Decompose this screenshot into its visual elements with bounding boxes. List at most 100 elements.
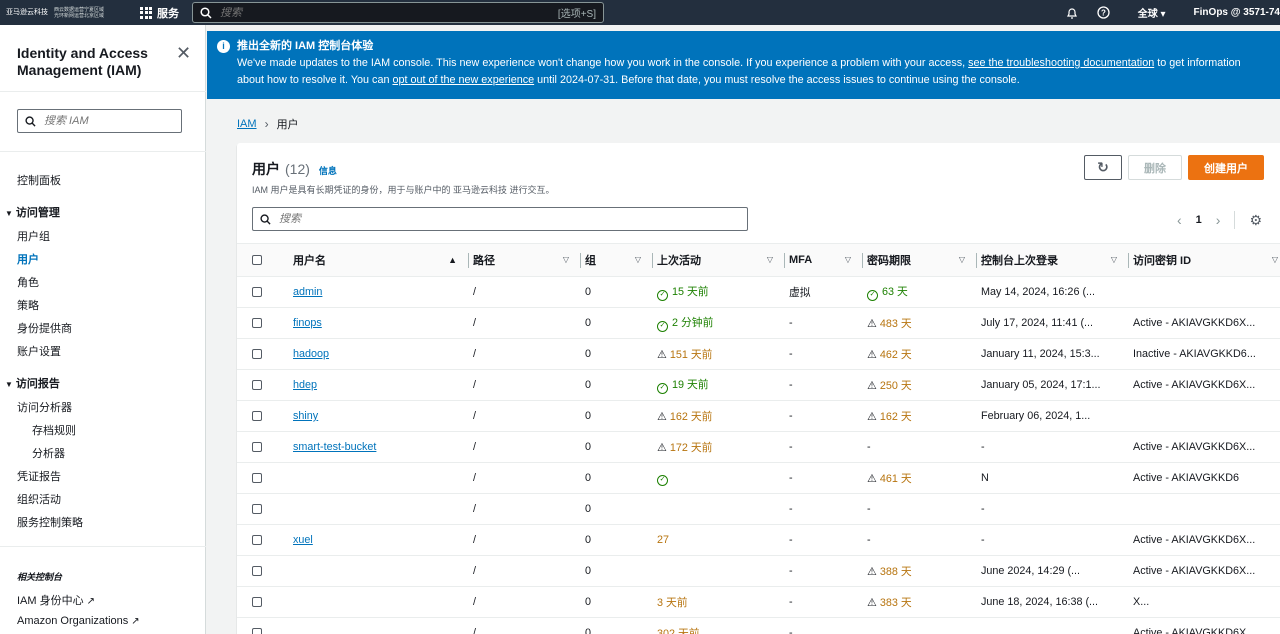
info-link[interactable]: 信息 bbox=[319, 164, 337, 177]
mfa-value: - bbox=[789, 472, 793, 484]
chevron-right-icon[interactable]: › bbox=[1216, 212, 1221, 228]
table-row[interactable]: / 0 ✓ - ⚠ 461 天 N Active - AKIAVGKKD6 bbox=[237, 462, 1280, 494]
username-link[interactable]: smart-test-bucket bbox=[293, 441, 376, 453]
col-mfa[interactable]: MFA ▽ bbox=[785, 243, 863, 277]
help-icon[interactable]: ? bbox=[1088, 6, 1120, 19]
table-row[interactable]: hadoop/0 ⚠ 151 天前 - ⚠ 462 天 January 11, 2024, … bbox=[237, 338, 1280, 370]
sidebar-item-scp[interactable]: 服务控制策略 bbox=[17, 514, 83, 530]
sidebar-item-access-analyzer[interactable]: 访问分析器 bbox=[17, 399, 72, 415]
col-path[interactable]: 路径 ▽ bbox=[469, 243, 581, 277]
gear-icon[interactable]: ⚙ bbox=[1249, 212, 1262, 229]
account-menu[interactable]: FinOps @ 3571-74 bbox=[1194, 7, 1280, 18]
sidebar-item-user-groups[interactable]: 用户组 bbox=[17, 228, 50, 244]
row-checkbox[interactable] bbox=[252, 597, 262, 608]
sidebar-section-access-reports[interactable]: ▼ 访问报告 bbox=[5, 375, 60, 391]
sidebar-item-analyzers[interactable]: 分析器 bbox=[32, 445, 65, 461]
username-link[interactable]: shiny bbox=[293, 410, 318, 422]
row-checkbox[interactable] bbox=[252, 628, 262, 634]
row-checkbox[interactable] bbox=[252, 504, 262, 515]
col-password-age[interactable]: 密码期限 ▽ bbox=[863, 243, 977, 277]
username-link[interactable]: hdep bbox=[293, 379, 317, 391]
col-access-key-id[interactable]: 访问密钥 ID ▽ bbox=[1129, 243, 1280, 277]
password-age-value: 483 天 bbox=[879, 318, 912, 330]
bell-icon[interactable] bbox=[1056, 7, 1088, 19]
breadcrumb-current: 用户 bbox=[276, 119, 299, 131]
row-checkbox[interactable] bbox=[252, 411, 262, 422]
username-link[interactable]: xuel bbox=[293, 534, 313, 546]
row-checkbox[interactable] bbox=[252, 535, 262, 546]
row-checkbox[interactable] bbox=[252, 287, 262, 298]
users-search[interactable] bbox=[252, 207, 748, 231]
username-link[interactable]: finops bbox=[293, 317, 322, 329]
sidebar-item-dashboard[interactable]: 控制面板 bbox=[17, 172, 61, 188]
chevron-left-icon[interactable]: ‹ bbox=[1177, 212, 1182, 228]
close-icon[interactable]: ✕ bbox=[176, 43, 191, 64]
sidebar-link-organizations[interactable]: Amazon Organizations ↗ bbox=[17, 615, 140, 627]
sidebar-item-archive-rules[interactable]: 存档规则 bbox=[32, 422, 76, 438]
row-checkbox[interactable] bbox=[252, 380, 262, 391]
sidebar-item-org-activity[interactable]: 组织活动 bbox=[17, 491, 61, 507]
access-key-value: Active - AKIAVGKKD6X... bbox=[1133, 317, 1256, 329]
sidebar-item-account-settings[interactable]: 账户设置 bbox=[17, 343, 61, 359]
col-groups[interactable]: 组 ▽ bbox=[581, 243, 653, 277]
col-username[interactable]: 用户名 ▲ bbox=[289, 243, 469, 277]
breadcrumb-iam[interactable]: IAM bbox=[237, 118, 257, 130]
password-age-value: 462 天 bbox=[879, 349, 912, 361]
troubleshooting-link[interactable]: see the troubleshooting documentation bbox=[968, 57, 1154, 69]
row-checkbox[interactable] bbox=[252, 566, 262, 577]
table-row[interactable]: xuel / 0 27 - - - Active - AKIAVGKKD6X... bbox=[237, 524, 1280, 556]
row-checkbox[interactable] bbox=[252, 473, 262, 484]
sort-icon: ▽ bbox=[634, 255, 641, 264]
last-activity-value: 3 天前 bbox=[657, 597, 688, 609]
sidebar-item-policies[interactable]: 策略 bbox=[17, 297, 39, 313]
table-row[interactable]: / 0 302 天前 - Active - AKIAVGKKD6X... bbox=[237, 617, 1280, 634]
row-checkbox[interactable] bbox=[252, 442, 262, 453]
aws-logo[interactable]: 亚马逊云科技 西云数据运营宁夏区域 光环新网运营北京区域 bbox=[0, 0, 130, 25]
sidebar-search-input[interactable] bbox=[44, 115, 164, 127]
services-menu[interactable]: 服务 bbox=[140, 5, 179, 21]
console-login-value: - bbox=[981, 503, 985, 515]
sidebar-link-identity-center[interactable]: IAM 身份中心 ↗ bbox=[17, 592, 95, 608]
username-link[interactable]: hadoop bbox=[293, 348, 329, 360]
console-login-value: January 11, 2024, 15:3... bbox=[981, 348, 1100, 360]
col-console-last-login[interactable]: 控制台上次登录 ▽ bbox=[977, 243, 1129, 277]
region-selector[interactable]: 全球 ▾ bbox=[1138, 5, 1166, 20]
check-circle-icon: ✓ bbox=[657, 383, 668, 394]
check-circle-icon: ✓ bbox=[657, 321, 668, 332]
sidebar-search[interactable] bbox=[17, 109, 182, 133]
groups-value: 0 bbox=[585, 379, 592, 391]
global-search[interactable]: [选项+S] bbox=[192, 2, 604, 23]
mfa-value: - bbox=[789, 565, 793, 577]
sidebar-item-credential-report[interactable]: 凭证报告 bbox=[17, 468, 61, 484]
sidebar-item-users[interactable]: 用户 bbox=[17, 251, 39, 267]
sidebar-item-identity-providers[interactable]: 身份提供商 bbox=[17, 320, 72, 336]
refresh-button[interactable]: ↻ bbox=[1084, 155, 1122, 180]
table-row[interactable]: smart-test-bucket / 0 ⚠ 172 天前 - - - Active - AK… bbox=[237, 431, 1280, 463]
delete-button[interactable]: 删除 bbox=[1128, 155, 1182, 180]
opt-out-link[interactable]: opt out of the new experience bbox=[392, 74, 534, 86]
warning-icon: ⚠ bbox=[867, 380, 877, 392]
create-user-button[interactable]: 创建用户 bbox=[1188, 155, 1264, 180]
page-number[interactable]: 1 bbox=[1196, 214, 1202, 226]
row-checkbox[interactable] bbox=[252, 349, 262, 360]
table-row[interactable]: admin / 0 ✓ 15 天前 虚拟 ✓ 63 天 May 14, 2024, 16:26 … bbox=[237, 276, 1280, 308]
row-checkbox[interactable] bbox=[252, 318, 262, 329]
username-link[interactable]: admin bbox=[293, 286, 322, 298]
table-row[interactable]: hdep / 0 ✓ 19 天前 - ⚠ 250 天 January 05, 2024, 17:… bbox=[237, 369, 1280, 401]
sidebar-item-roles[interactable]: 角色 bbox=[17, 274, 39, 290]
password-age-value: - bbox=[867, 441, 871, 453]
sidebar-section-access-mgmt[interactable]: ▼ 访问管理 bbox=[5, 204, 60, 220]
select-all-checkbox[interactable] bbox=[252, 255, 262, 266]
table-row[interactable]: finops / 0 ✓ 2 分钟前 - ⚠ 483 天 July 17, 2024, 11:4… bbox=[237, 307, 1280, 339]
sort-icon: ▽ bbox=[1110, 255, 1117, 264]
last-activity-value: 27 bbox=[657, 534, 670, 546]
global-search-input[interactable] bbox=[220, 6, 558, 19]
path-value: / bbox=[473, 534, 476, 546]
users-search-input[interactable] bbox=[279, 213, 747, 225]
table-row[interactable]: shiny/0 ⚠ 162 天前 - ⚠ 162 天 February 06, 2024, … bbox=[237, 400, 1280, 432]
mfa-value: - bbox=[789, 503, 793, 515]
table-row[interactable]: / 0 - ⚠ 388 天 June 2024, 14:29 (... Active - A… bbox=[237, 555, 1280, 587]
table-row[interactable]: / 0 3 天前 - ⚠ 383 天 June 18, 2024, 16:38 (... X.… bbox=[237, 586, 1280, 618]
col-last-activity[interactable]: 上次活动 ▽ bbox=[653, 243, 785, 277]
table-row[interactable]: / 0 - - - bbox=[237, 493, 1280, 525]
